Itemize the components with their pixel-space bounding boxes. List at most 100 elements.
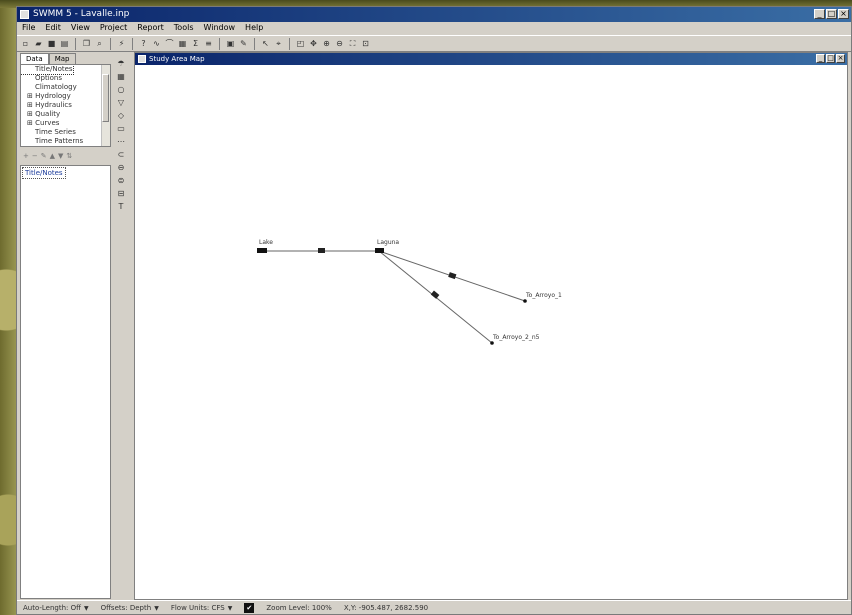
- tree-item-title-notes[interactable]: Title/Notes: [21, 65, 74, 75]
- tree-item-time-patterns[interactable]: Time Patterns: [21, 137, 110, 146]
- expand-icon[interactable]: ⊞: [27, 92, 35, 100]
- vertex-select-icon[interactable]: ⌖: [273, 38, 284, 49]
- new-file-icon[interactable]: ▫: [20, 38, 31, 49]
- print-icon[interactable]: ▤: [59, 38, 70, 49]
- run-icon[interactable]: ⚡: [116, 38, 127, 49]
- tree-item-time-series[interactable]: Time Series: [21, 128, 110, 137]
- zoom-out-icon[interactable]: ⊖: [334, 38, 345, 49]
- expand-icon[interactable]: ⊞: [27, 119, 35, 127]
- report-icon[interactable]: ✎: [238, 38, 249, 49]
- expand-icon[interactable]: ⊞: [27, 101, 35, 109]
- tree-item-label: Curves: [35, 119, 60, 127]
- toolbar-separator: [219, 37, 220, 50]
- dropdown-arrow-icon[interactable]: ▼: [154, 605, 159, 612]
- maximize-button[interactable]: □: [826, 9, 837, 19]
- map-titlebar[interactable]: Study Area Map _ □ ×: [135, 53, 847, 65]
- outfall-node-to-arroyo-1[interactable]: [523, 299, 527, 303]
- copy-icon[interactable]: ❐: [81, 38, 92, 49]
- options-icon[interactable]: ≡: [203, 38, 214, 49]
- query-icon[interactable]: ?: [138, 38, 149, 49]
- stats-icon[interactable]: Σ: [190, 38, 201, 49]
- dropdown-arrow-icon[interactable]: ▼: [84, 605, 89, 612]
- label-text-icon[interactable]: T: [116, 200, 126, 212]
- select-arrow-icon[interactable]: ↖: [260, 38, 271, 49]
- map-close-button[interactable]: ×: [836, 54, 845, 63]
- tree-item-label: Quality: [35, 110, 61, 118]
- find-icon[interactable]: ⌕: [94, 38, 105, 49]
- tab-map[interactable]: Map: [48, 53, 76, 64]
- tree-item-quality[interactable]: ⊞ Quality: [21, 110, 110, 119]
- status-offsets[interactable]: Offsets: Depth ▼: [95, 604, 165, 612]
- graph-icon[interactable]: ∿: [151, 38, 162, 49]
- status-zoom-level: Zoom Level: 100%: [266, 604, 332, 612]
- menubar: File Edit View Project Report Tools Wind…: [17, 22, 851, 34]
- tab-data[interactable]: Data: [20, 53, 49, 64]
- expand-icon[interactable]: ⊞: [27, 110, 35, 118]
- pan-icon[interactable]: ✥: [308, 38, 319, 49]
- subcatchment-icon[interactable]: ▦: [116, 70, 126, 82]
- storage-node-laguna[interactable]: [375, 248, 384, 253]
- region-select-icon[interactable]: ◰: [295, 38, 306, 49]
- divider-icon[interactable]: ◇: [116, 109, 126, 121]
- zoom-in-icon[interactable]: ⊕: [321, 38, 332, 49]
- map-maximize-button[interactable]: □: [826, 54, 835, 63]
- scroll-thumb[interactable]: [102, 74, 109, 122]
- menu-edit[interactable]: Edit: [44, 22, 62, 34]
- up-arrow-icon[interactable]: ▲: [50, 152, 55, 160]
- outlet-icon[interactable]: ⊟: [116, 187, 126, 199]
- save-icon[interactable]: ■: [46, 38, 57, 49]
- tree-item-options[interactable]: Options: [21, 74, 110, 83]
- pump-icon[interactable]: ⊂: [116, 148, 126, 160]
- sort-icon[interactable]: ⇅: [66, 152, 72, 160]
- tree-item-hydraulics[interactable]: ⊞ Hydraulics: [21, 101, 110, 110]
- table-icon[interactable]: ▦: [177, 38, 188, 49]
- menu-view[interactable]: View: [70, 22, 91, 34]
- status-auto-length[interactable]: Auto-Length: Off ▼: [17, 604, 95, 612]
- menu-project[interactable]: Project: [99, 22, 128, 34]
- map-title: Study Area Map: [149, 55, 205, 63]
- down-arrow-icon[interactable]: ▼: [58, 152, 63, 160]
- storage-node-lake[interactable]: [257, 248, 267, 253]
- conduit-icon[interactable]: ⋯: [116, 135, 126, 147]
- full-extent-icon[interactable]: ⛶: [347, 38, 358, 49]
- junction-icon[interactable]: ○: [116, 83, 126, 95]
- app-titlebar[interactable]: SWMM 5 - Lavalle.inp _ □ ×: [17, 7, 851, 22]
- profile-icon[interactable]: ⌒: [164, 38, 175, 49]
- menu-window[interactable]: Window: [203, 22, 237, 34]
- status-auto-length-text: Auto-Length: Off: [23, 604, 81, 612]
- tree-item-hydrology[interactable]: ⊞ Hydrology: [21, 92, 110, 101]
- object-list[interactable]: Title/Notes: [20, 165, 111, 599]
- list-item[interactable]: Title/Notes: [22, 167, 66, 179]
- menu-help[interactable]: Help: [244, 22, 264, 34]
- outfall-icon[interactable]: ▽: [116, 96, 126, 108]
- menu-report[interactable]: Report: [136, 22, 165, 34]
- orifice-icon[interactable]: ⊖: [116, 161, 126, 173]
- weir-icon[interactable]: ⊜: [116, 174, 126, 186]
- node-label-to-arroyo-2: To_Arroyo_2_n5: [492, 334, 540, 341]
- tree-scrollbar[interactable]: [101, 65, 110, 146]
- close-button[interactable]: ×: [838, 9, 849, 19]
- open-folder-icon[interactable]: ▰: [33, 38, 44, 49]
- status-flow-units[interactable]: Flow Units: CFS ▼: [165, 604, 239, 612]
- map-options-icon[interactable]: ▣: [225, 38, 236, 49]
- add-icon[interactable]: +: [23, 152, 29, 160]
- tree-item-curves[interactable]: ⊞ Curves: [21, 119, 110, 128]
- outfall-node-to-arroyo-2[interactable]: [490, 341, 494, 345]
- delete-icon[interactable]: −: [32, 152, 38, 160]
- measure-icon[interactable]: ⊡: [360, 38, 371, 49]
- project-browser: Data Map Title/Notes Options Climatology…: [20, 53, 113, 599]
- tree-item-climatology[interactable]: Climatology: [21, 83, 110, 92]
- statusbar: Auto-Length: Off ▼ Offsets: Depth ▼ Flow U…: [17, 600, 851, 615]
- network-map[interactable]: Lake Laguna To_Arroyo_1 To_Arroyo_2_n5: [135, 65, 847, 599]
- menu-tools[interactable]: Tools: [173, 22, 195, 34]
- raingage-icon[interactable]: ☂: [116, 57, 126, 69]
- data-category-tree[interactable]: Title/Notes Options Climatology ⊞ Hydrol…: [20, 64, 111, 147]
- edit-icon[interactable]: ✎: [41, 152, 47, 160]
- dropdown-arrow-icon[interactable]: ▼: [228, 605, 233, 612]
- node-label-to-arroyo-1: To_Arroyo_1: [525, 292, 562, 299]
- storage-icon[interactable]: ▭: [116, 122, 126, 134]
- link-flow-marker: [430, 290, 440, 299]
- map-minimize-button[interactable]: _: [816, 54, 825, 63]
- menu-file[interactable]: File: [21, 22, 36, 34]
- minimize-button[interactable]: _: [814, 9, 825, 19]
